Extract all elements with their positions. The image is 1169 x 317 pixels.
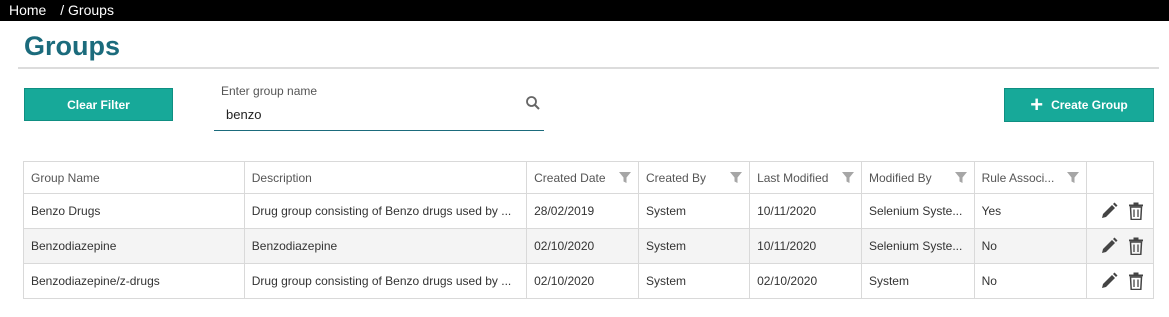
cell-actions — [1085, 228, 1155, 264]
cell-created-by: System — [638, 263, 751, 299]
cell-modified-by: Selenium Syste... — [860, 193, 975, 229]
clear-filter-label: Clear Filter — [67, 97, 130, 112]
cell-last-modified: 02/10/2020 — [749, 263, 862, 299]
cell-actions — [1085, 193, 1155, 229]
column-header-actions — [1085, 161, 1155, 194]
cell-rule-associated: No — [973, 228, 1087, 264]
pencil-icon[interactable] — [1100, 237, 1118, 255]
column-header-rule-associated[interactable]: Rule Associ... — [973, 161, 1087, 194]
cell-description: Drug group consisting of Benzo drugs use… — [243, 263, 528, 299]
cell-created-date: 28/02/2019 — [526, 193, 640, 229]
filter-icon[interactable] — [841, 171, 854, 184]
clear-filter-button[interactable]: Clear Filter — [24, 88, 173, 121]
column-header-last-modified[interactable]: Last Modified — [749, 161, 862, 194]
pencil-icon[interactable] — [1100, 202, 1118, 220]
filter-icon[interactable] — [730, 171, 743, 184]
column-header-description[interactable]: Description — [243, 161, 528, 194]
search-label: Enter group name — [221, 84, 318, 98]
cell-description: Drug group consisting of Benzo drugs use… — [243, 193, 528, 229]
filter-icon[interactable] — [954, 171, 967, 184]
search-input[interactable] — [226, 104, 516, 124]
create-group-button[interactable]: + Create Group — [1004, 88, 1154, 122]
cell-rule-associated: Yes — [973, 193, 1087, 229]
cell-modified-by: System — [860, 263, 975, 299]
column-header-group-name[interactable]: Group Name — [23, 161, 245, 194]
table-row[interactable]: Benzodiazepine/z-drugs Drug group consis… — [23, 263, 1155, 299]
cell-group-name: Benzodiazepine/z-drugs — [23, 263, 245, 299]
filter-icon[interactable] — [1066, 171, 1079, 184]
breadcrumb-home-link[interactable]: Home — [9, 2, 46, 18]
trash-icon[interactable] — [1127, 237, 1145, 255]
cell-last-modified: 10/11/2020 — [749, 228, 862, 264]
group-search-field: Enter group name — [214, 82, 544, 131]
cell-modified-by: Selenium Syste... — [860, 228, 975, 264]
cell-last-modified: 10/11/2020 — [749, 193, 862, 229]
page-title: Groups — [24, 31, 121, 61]
table-header-row: Group Name Description Created Date Crea… — [23, 161, 1155, 194]
column-header-created-date[interactable]: Created Date — [526, 161, 640, 194]
groups-table: Group Name Description Created Date Crea… — [23, 161, 1155, 299]
filter-icon[interactable] — [619, 171, 632, 184]
cell-created-by: System — [638, 193, 751, 229]
create-group-label: Create Group — [1051, 98, 1128, 112]
cell-group-name: Benzodiazepine — [23, 228, 245, 264]
cell-group-name: Benzo Drugs — [23, 193, 245, 229]
pencil-icon[interactable] — [1100, 272, 1118, 290]
table-row[interactable]: Benzodiazepine Benzodiazepine 02/10/2020… — [23, 228, 1155, 264]
breadcrumb: Home / Groups — [0, 0, 1169, 21]
column-header-modified-by[interactable]: Modified By — [860, 161, 975, 194]
trash-icon[interactable] — [1127, 272, 1145, 290]
cell-created-date: 02/10/2020 — [526, 228, 640, 264]
cell-rule-associated: No — [973, 263, 1087, 299]
cell-actions — [1085, 263, 1155, 299]
cell-created-date: 02/10/2020 — [526, 263, 640, 299]
breadcrumb-current: / Groups — [60, 2, 114, 18]
plus-icon: + — [1030, 92, 1044, 117]
cell-created-by: System — [638, 228, 751, 264]
title-divider — [18, 67, 1159, 69]
cell-description: Benzodiazepine — [243, 228, 528, 264]
trash-icon[interactable] — [1127, 202, 1145, 220]
table-row[interactable]: Benzo Drugs Drug group consisting of Ben… — [23, 193, 1155, 229]
search-icon[interactable] — [525, 95, 541, 111]
column-header-created-by[interactable]: Created By — [638, 161, 751, 194]
